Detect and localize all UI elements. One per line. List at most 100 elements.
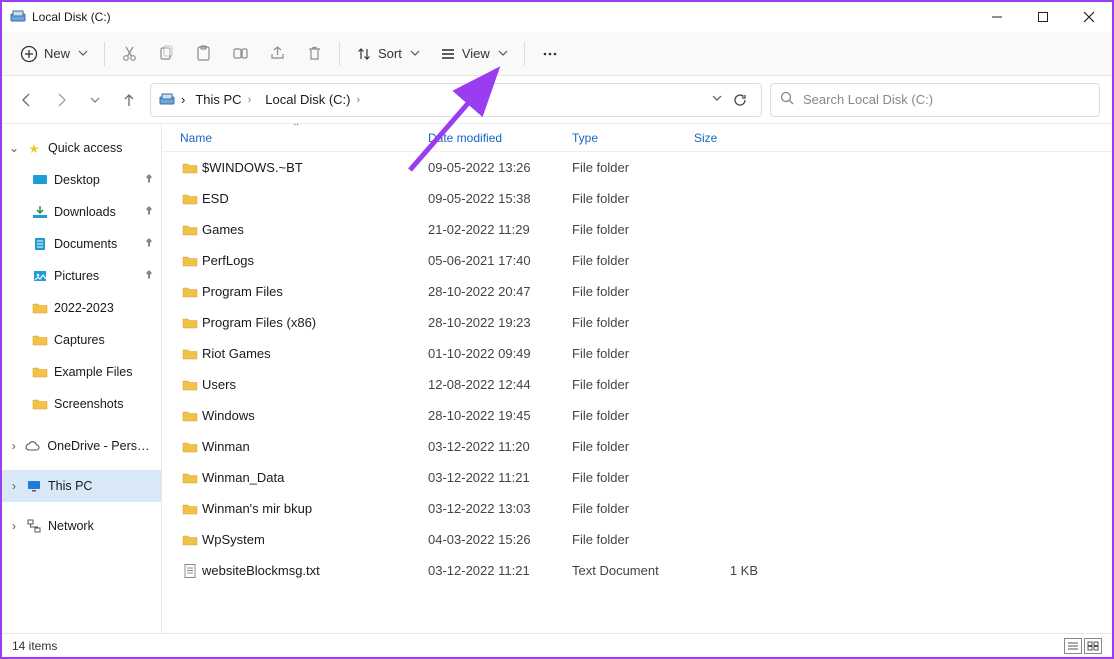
file-type: File folder: [572, 470, 694, 485]
column-header-name[interactable]: Name: [180, 131, 428, 145]
document-icon: [32, 236, 48, 252]
breadcrumb-label: Local Disk (C:): [265, 92, 350, 107]
file-row[interactable]: ESD09-05-2022 15:38File folder: [162, 183, 1112, 214]
file-name: Program Files: [200, 284, 428, 299]
file-row[interactable]: Winman_Data03-12-2022 11:21File folder: [162, 462, 1112, 493]
file-name: $WINDOWS.~BT: [200, 160, 428, 175]
disk-icon: [10, 9, 26, 25]
file-row[interactable]: $WINDOWS.~BT09-05-2022 13:26File folder: [162, 152, 1112, 183]
forward-button[interactable]: [48, 87, 74, 113]
breadcrumb-item[interactable]: This PC ›: [191, 90, 255, 109]
desktop-icon: [32, 172, 48, 188]
minimize-button[interactable]: [974, 2, 1020, 32]
file-row[interactable]: Windows28-10-2022 19:45File folder: [162, 400, 1112, 431]
folder-icon: [180, 222, 200, 238]
file-row[interactable]: Winman03-12-2022 11:20File folder: [162, 431, 1112, 462]
file-name: Program Files (x86): [200, 315, 428, 330]
file-row[interactable]: WpSystem04-03-2022 15:26File folder: [162, 524, 1112, 555]
file-type: File folder: [572, 222, 694, 237]
cut-button[interactable]: [111, 36, 148, 72]
sidebar-item[interactable]: Captures: [2, 324, 161, 356]
new-button[interactable]: New: [10, 36, 98, 72]
breadcrumb-item[interactable]: Local Disk (C:) ›: [261, 90, 364, 109]
sidebar-item[interactable]: Documents: [2, 228, 161, 260]
sidebar-item[interactable]: Pictures: [2, 260, 161, 292]
chevron-right-icon[interactable]: ›: [8, 479, 20, 493]
file-row[interactable]: Games21-02-2022 11:29File folder: [162, 214, 1112, 245]
copy-button[interactable]: [148, 36, 185, 72]
file-row[interactable]: Program Files (x86)28-10-2022 19:23File …: [162, 307, 1112, 338]
sidebar-item-network[interactable]: › Network: [2, 510, 161, 542]
sidebar-item-label: Pictures: [54, 269, 99, 283]
sidebar-item-label: Quick access: [48, 141, 122, 155]
column-header-type[interactable]: Type: [572, 131, 694, 145]
file-date: 28-10-2022 19:45: [428, 408, 572, 423]
sidebar-item-label: Downloads: [54, 205, 116, 219]
address-bar[interactable]: › This PC › Local Disk (C:) ›: [150, 83, 762, 117]
file-name: PerfLogs: [200, 253, 428, 268]
sidebar-item[interactable]: Desktop: [2, 164, 161, 196]
status-item-count: 14 items: [12, 639, 57, 653]
file-date: 09-05-2022 15:38: [428, 191, 572, 206]
chevron-right-icon: ›: [248, 94, 252, 106]
recent-locations-button[interactable]: [82, 87, 108, 113]
file-type: File folder: [572, 160, 694, 175]
sidebar-item[interactable]: Example Files: [2, 356, 161, 388]
back-button[interactable]: [14, 87, 40, 113]
file-type: File folder: [572, 253, 694, 268]
search-box[interactable]: [770, 83, 1100, 117]
text-file-icon: [180, 563, 200, 579]
sort-label: Sort: [378, 46, 402, 61]
folder-icon: [32, 396, 48, 412]
delete-button[interactable]: [296, 36, 333, 72]
column-header-size[interactable]: Size: [694, 131, 768, 145]
file-type: File folder: [572, 377, 694, 392]
close-button[interactable]: [1066, 2, 1112, 32]
folder-icon: [32, 300, 48, 316]
details-view-toggle[interactable]: [1064, 638, 1082, 654]
column-header-date[interactable]: Date modified: [428, 131, 572, 145]
file-row[interactable]: PerfLogs05-06-2021 17:40File folder: [162, 245, 1112, 276]
sort-button[interactable]: Sort: [346, 36, 430, 72]
search-input[interactable]: [803, 92, 1091, 107]
file-name: Windows: [200, 408, 428, 423]
window-title: Local Disk (C:): [32, 10, 111, 24]
file-row[interactable]: Riot Games01-10-2022 09:49File folder: [162, 338, 1112, 369]
file-row[interactable]: websiteBlockmsg.txt03-12-2022 11:21Text …: [162, 555, 1112, 586]
icons-view-toggle[interactable]: [1084, 638, 1102, 654]
file-row[interactable]: Users12-08-2022 12:44File folder: [162, 369, 1112, 400]
chevron-right-icon[interactable]: ›: [8, 439, 19, 453]
rename-button[interactable]: [222, 36, 259, 72]
chevron-right-icon[interactable]: ›: [8, 519, 20, 533]
chevron-down-icon[interactable]: ⌄: [8, 141, 20, 155]
file-date: 28-10-2022 20:47: [428, 284, 572, 299]
sidebar-item[interactable]: Downloads: [2, 196, 161, 228]
toolbar-separator: [104, 42, 105, 66]
file-name: Riot Games: [200, 346, 428, 361]
folder-icon: [180, 408, 200, 424]
sidebar-item-this-pc[interactable]: › This PC: [2, 470, 161, 502]
sidebar-item-quick-access[interactable]: ⌄ ★ Quick access: [2, 132, 161, 164]
navigation-pane: ⌄ ★ Quick access Desktop Downloads Documen…: [2, 124, 162, 633]
file-date: 03-12-2022 11:21: [428, 470, 572, 485]
sidebar-item[interactable]: 2022-2023: [2, 292, 161, 324]
share-button[interactable]: [259, 36, 296, 72]
up-button[interactable]: [116, 87, 142, 113]
toolbar-separator: [339, 42, 340, 66]
file-date: 03-12-2022 11:21: [428, 563, 572, 578]
view-button[interactable]: View: [430, 36, 518, 72]
sidebar-item[interactable]: Screenshots: [2, 388, 161, 420]
sidebar-item-label: Example Files: [54, 365, 133, 379]
sidebar-item-label: Documents: [54, 237, 117, 251]
sidebar-item-onedrive[interactable]: › OneDrive - Personal: [2, 430, 161, 462]
more-button[interactable]: [531, 36, 569, 72]
paste-button[interactable]: [185, 36, 222, 72]
pictures-icon: [32, 268, 48, 284]
address-dropdown-button[interactable]: [711, 92, 723, 107]
refresh-button[interactable]: [727, 87, 753, 113]
file-name: Winman: [200, 439, 428, 454]
file-row[interactable]: Winman's mir bkup03-12-2022 13:03File fo…: [162, 493, 1112, 524]
chevron-down-icon: [78, 46, 88, 61]
file-row[interactable]: Program Files28-10-2022 20:47File folder: [162, 276, 1112, 307]
maximize-button[interactable]: [1020, 2, 1066, 32]
